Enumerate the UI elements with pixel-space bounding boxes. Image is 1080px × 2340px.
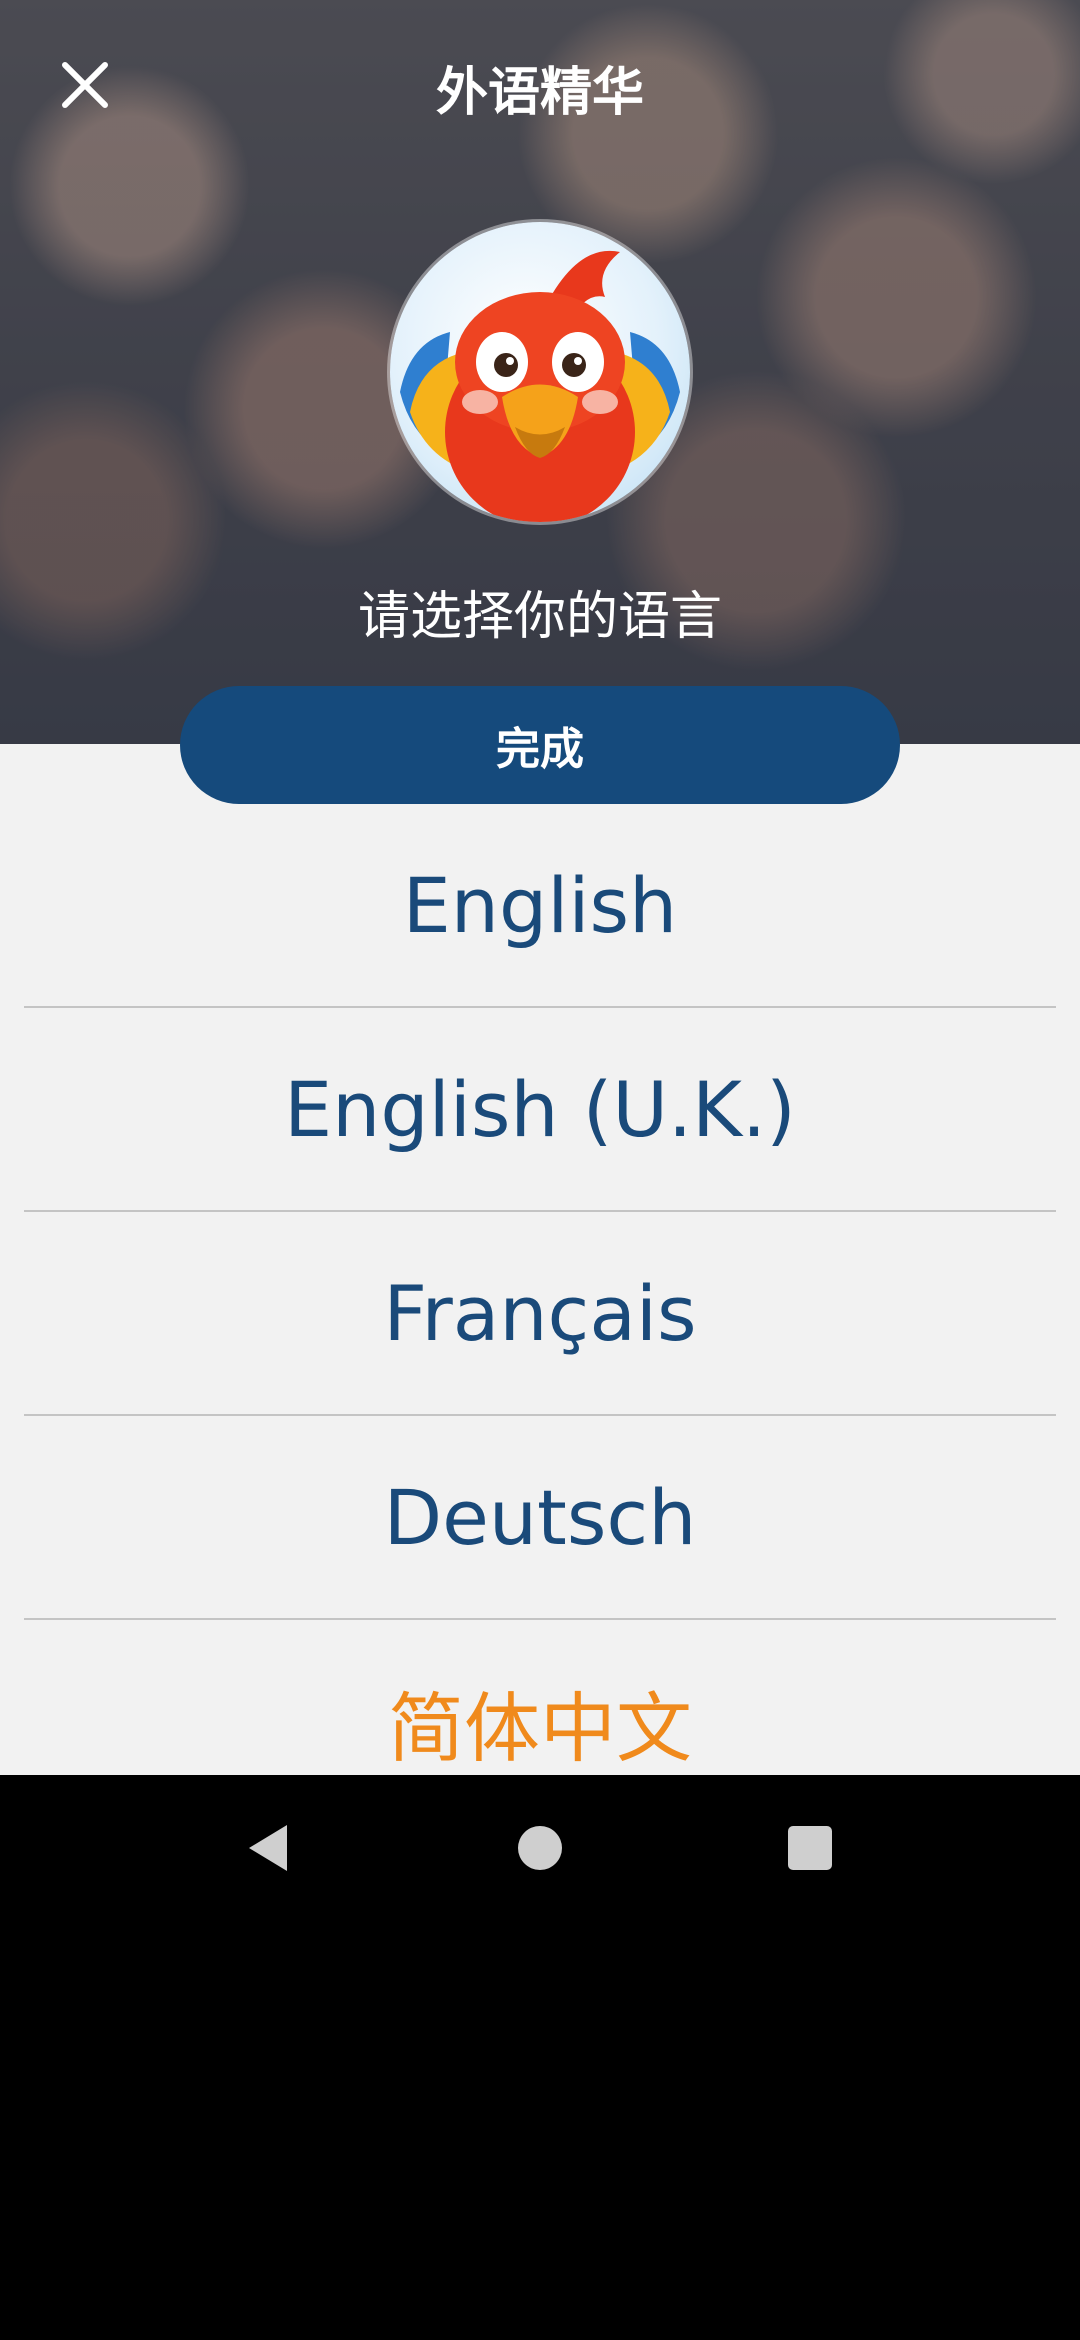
choose-language-prompt: 请选择你的语言 — [357, 587, 722, 647]
parrot-mascot-icon — [390, 222, 690, 522]
nav-back-button[interactable] — [208, 1775, 328, 1920]
nav-recent-apps-button[interactable] — [750, 1775, 870, 1920]
language-item-english-uk[interactable]: English (U.K.) — [24, 1008, 1056, 1212]
app-title: 外语精华 — [435, 63, 644, 123]
system-navigation-bar — [0, 1775, 1080, 1920]
language-panel: English English (U.K.) Français Deutsch … — [0, 744, 1080, 1775]
language-item-french[interactable]: Français — [24, 1212, 1056, 1416]
back-triangle-icon — [249, 1824, 287, 1871]
done-button[interactable]: 完成 — [180, 686, 900, 804]
home-circle-icon — [518, 1825, 562, 1870]
recent-apps-square-icon — [788, 1825, 832, 1870]
language-list: English English (U.K.) Français Deutsch … — [0, 804, 1080, 1775]
header-banner: 外语精华 请选择你的语言 — [0, 0, 1080, 744]
language-item-german[interactable]: Deutsch — [24, 1416, 1056, 1620]
nav-home-button[interactable] — [480, 1775, 600, 1920]
language-item-english[interactable]: English — [24, 804, 1056, 1008]
language-item-simplified-chinese[interactable]: 简体中文 — [24, 1620, 1056, 1775]
app-root: 外语精华 请选择你的语言 English English (U.K.) Fran… — [0, 0, 1080, 2340]
